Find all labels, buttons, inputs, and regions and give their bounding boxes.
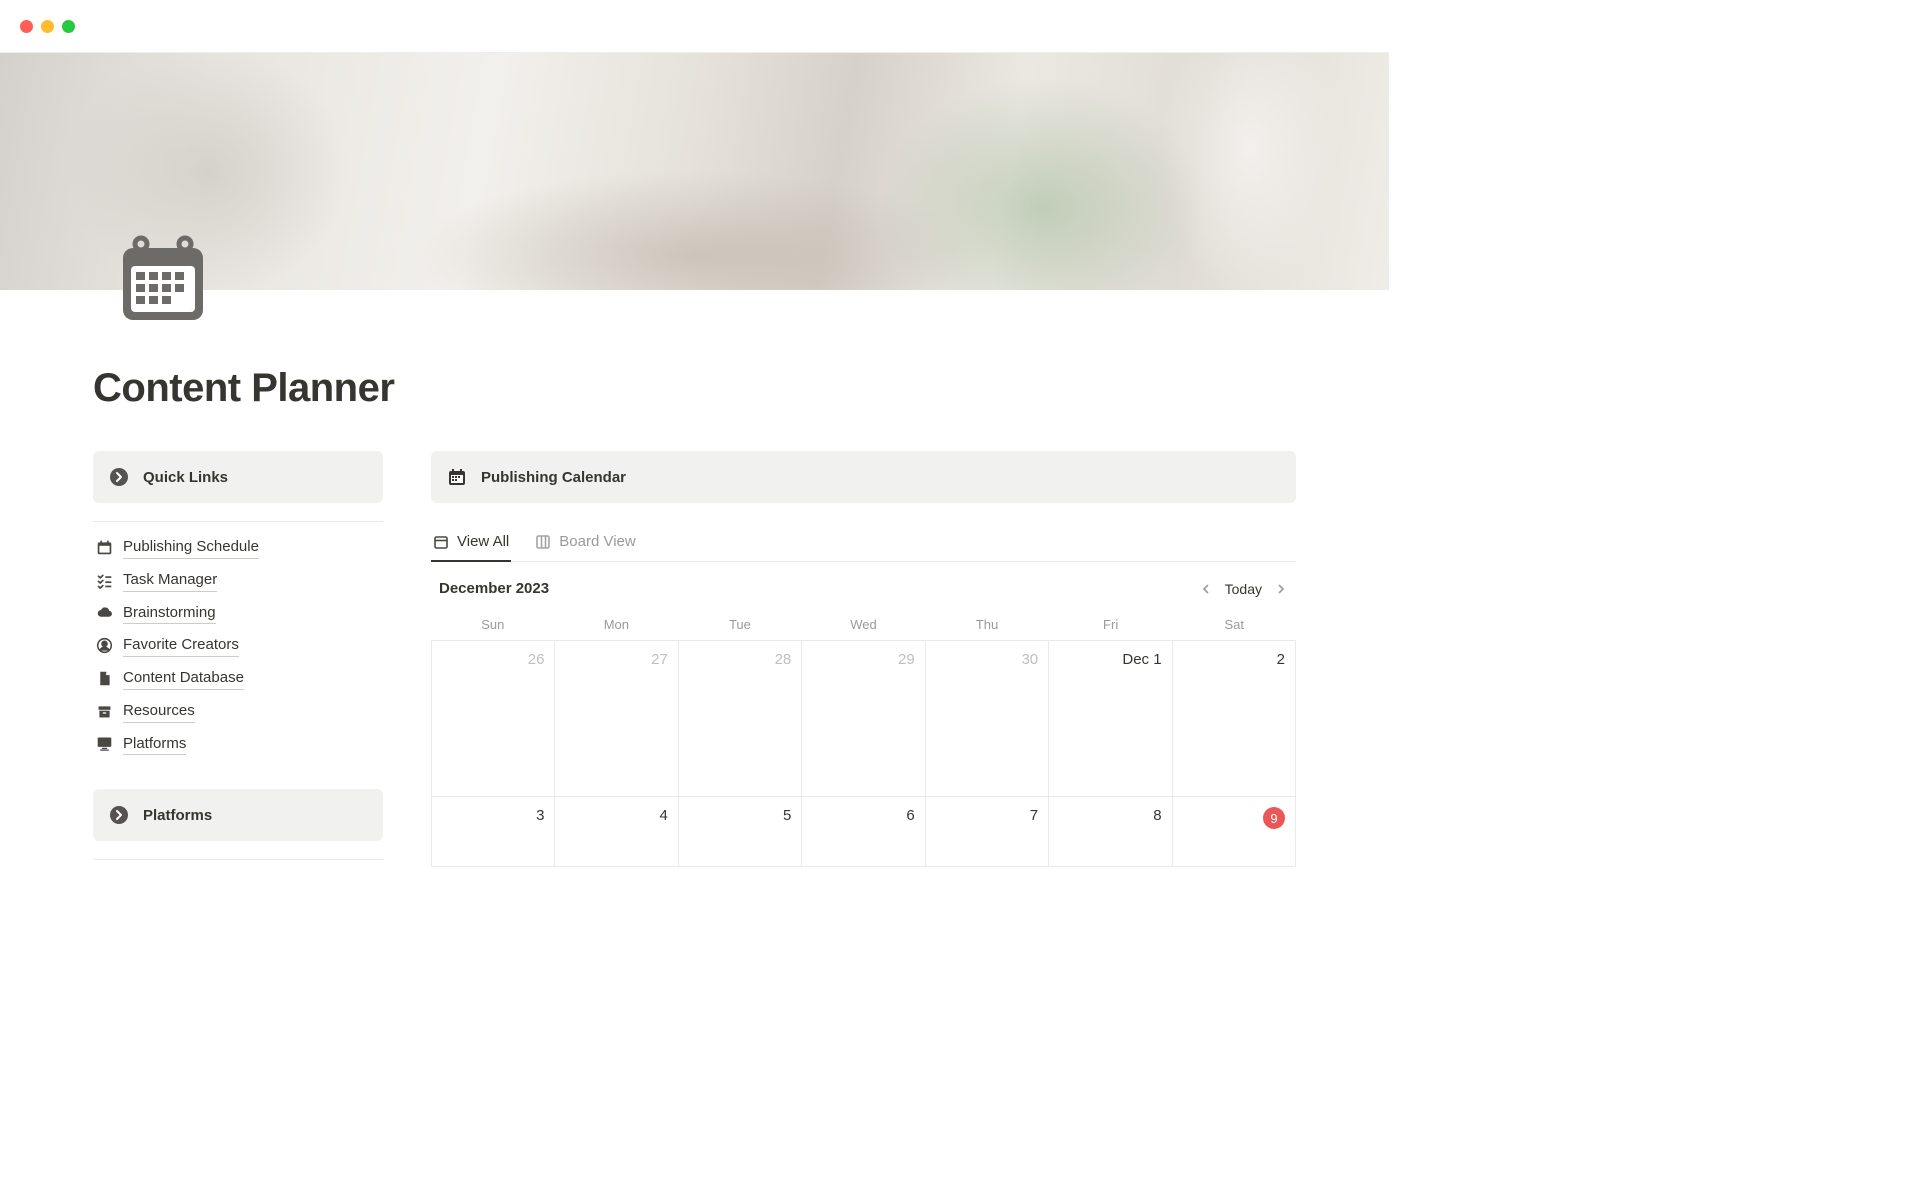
calendar-cell[interactable]: 5 (679, 797, 802, 867)
document-icon (95, 670, 113, 687)
calendar-cell[interactable]: 4 (555, 797, 678, 867)
sidebar: Quick Links Publishing Schedule Task Man… (93, 451, 383, 872)
calendar-cell[interactable]: 6 (802, 797, 925, 867)
link-publishing-schedule[interactable]: Publishing Schedule (95, 536, 383, 559)
calendar-daynames: Sun Mon Tue Wed Thu Fri Sat (431, 609, 1296, 640)
window-minimize-button[interactable] (41, 20, 54, 33)
window-close-button[interactable] (20, 20, 33, 33)
link-resources[interactable]: Resources (95, 700, 383, 723)
calendar-icon (447, 467, 467, 487)
calendar-cell[interactable]: 30 (926, 641, 1049, 797)
dayname: Sat (1172, 609, 1296, 640)
tab-view-all[interactable]: View All (431, 527, 511, 562)
link-task-manager[interactable]: Task Manager (95, 569, 383, 592)
today-badge: 9 (1263, 807, 1285, 829)
link-favorite-creators[interactable]: Favorite Creators (95, 634, 383, 657)
dayname: Sun (431, 609, 555, 640)
link-platforms[interactable]: Platforms (95, 733, 383, 756)
link-content-database[interactable]: Content Database (95, 667, 383, 690)
calendar-cell[interactable]: 28 (679, 641, 802, 797)
task-list-icon (95, 572, 113, 589)
arrow-circle-right-icon (109, 805, 129, 825)
calendar-cell[interactable]: 8 (1049, 797, 1172, 867)
month-label: December 2023 (439, 580, 549, 597)
publishing-calendar-header: Publishing Calendar (431, 451, 1296, 503)
arrow-circle-right-icon (109, 467, 129, 487)
window-titlebar (0, 0, 1389, 53)
tab-board-view[interactable]: Board View (533, 527, 637, 562)
divider (93, 521, 383, 522)
calendar-cell[interactable]: 26 (432, 641, 555, 797)
dayname: Mon (555, 609, 679, 640)
window-zoom-button[interactable] (62, 20, 75, 33)
prev-month-button[interactable] (1199, 582, 1213, 596)
monitor-icon (95, 735, 113, 752)
next-month-button[interactable] (1274, 582, 1288, 596)
archive-icon (95, 703, 113, 720)
platforms-label: Platforms (143, 807, 212, 824)
platforms-header: Platforms (93, 789, 383, 841)
calendar-cell[interactable]: 3 (432, 797, 555, 867)
calendar-cell[interactable]: 2 (1173, 641, 1296, 797)
divider (93, 859, 383, 860)
quick-links-label: Quick Links (143, 469, 228, 486)
cloud-icon (95, 604, 113, 621)
dayname: Thu (925, 609, 1049, 640)
calendar-cell[interactable]: 29 (802, 641, 925, 797)
calendar-grid: 26 27 28 29 30 Dec 1 2 3 4 5 6 7 8 9 (431, 640, 1296, 867)
publishing-calendar-label: Publishing Calendar (481, 469, 626, 486)
page-icon[interactable] (110, 227, 215, 332)
calendar-cell[interactable]: 27 (555, 641, 678, 797)
calendar-icon (95, 539, 113, 556)
quick-links-header: Quick Links (93, 451, 383, 503)
link-brainstorming[interactable]: Brainstorming (95, 602, 383, 625)
dayname: Fri (1049, 609, 1173, 640)
today-button[interactable]: Today (1225, 581, 1262, 597)
calendar-small-icon (433, 534, 449, 550)
calendar-cell-today[interactable]: 9 (1173, 797, 1296, 867)
dayname: Tue (678, 609, 802, 640)
calendar-cell[interactable]: 7 (926, 797, 1049, 867)
page-title: Content Planner (93, 366, 1296, 411)
user-circle-icon (95, 637, 113, 654)
view-tabs: View All Board View (431, 521, 1296, 562)
calendar-cell[interactable]: Dec 1 (1049, 641, 1172, 797)
board-icon (535, 534, 551, 550)
main-panel: Publishing Calendar View All Board View … (431, 451, 1296, 872)
calendar-icon (113, 230, 213, 330)
dayname: Wed (802, 609, 926, 640)
